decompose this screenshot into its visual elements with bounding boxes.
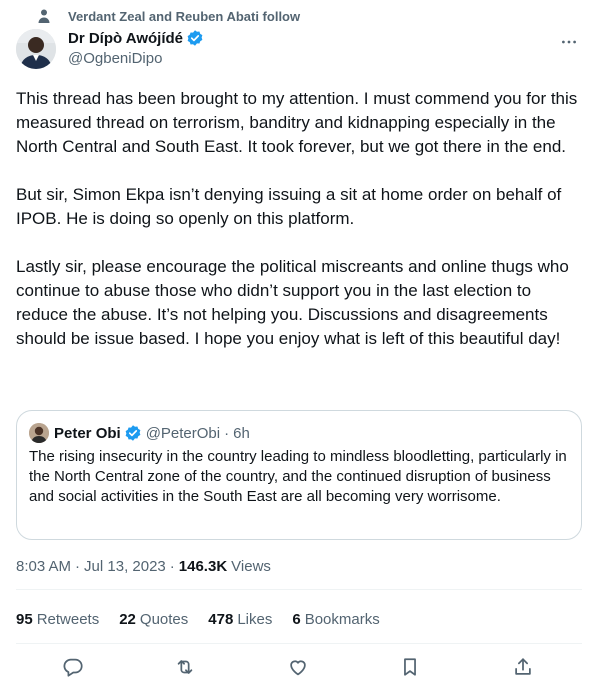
action-bar (0, 656, 598, 682)
quote-avatar[interactable] (29, 423, 49, 443)
separator-dot: · (169, 557, 175, 575)
author-name[interactable]: Dr Dípò Awójídé (68, 30, 183, 47)
divider (16, 589, 582, 590)
quote-text: The rising insecurity in the country lea… (29, 448, 567, 505)
more-options-icon[interactable] (558, 31, 580, 53)
tweet-date[interactable]: Jul 13, 2023 (84, 558, 166, 575)
separator-dot: · (75, 557, 81, 575)
bookmark-icon[interactable] (399, 656, 423, 680)
retweets-stat[interactable]: 95 Retweets (16, 611, 99, 628)
avatar[interactable] (16, 29, 56, 69)
likes-stat[interactable]: 478 Likes (208, 611, 272, 628)
person-icon (36, 8, 52, 24)
views-label: Views (231, 557, 271, 575)
likes-label: Likes (237, 610, 273, 628)
quote-timestamp[interactable]: 6h (233, 425, 250, 442)
engagement-stats: 95 Retweets 22 Quotes 478 Likes 6 Bookmarks (16, 609, 400, 629)
views-count: 146.3K (178, 557, 228, 575)
tweet-author: Dr Dípò Awójídé @OgbeniDipo (16, 27, 582, 71)
separator-dot: · (224, 424, 230, 442)
social-context: Verdant Zeal and Reuben Abati follow (38, 6, 300, 26)
quotes-count: 22 (119, 610, 136, 628)
quoted-tweet[interactable]: Peter Obi @PeterObi · 6h The rising inse… (16, 410, 582, 540)
share-icon[interactable] (512, 656, 536, 680)
quote-author-handle[interactable]: @PeterObi (146, 425, 220, 442)
likes-count: 478 (208, 610, 234, 628)
retweet-icon[interactable] (174, 656, 198, 680)
tweet-paragraph: But sir, Simon Ekpa isn’t denying issuin… (16, 185, 562, 228)
reply-icon[interactable] (62, 656, 86, 680)
quotes-stat[interactable]: 22 Quotes (119, 611, 188, 628)
quotes-label: Quotes (139, 610, 189, 628)
like-icon[interactable] (287, 656, 311, 680)
tweet-paragraph: This thread has been brought to my atten… (16, 89, 578, 156)
divider (16, 643, 582, 644)
bookmarks-count: 6 (292, 610, 301, 628)
bookmarks-stat[interactable]: 6 Bookmarks (292, 611, 379, 628)
bookmarks-label: Bookmarks (304, 610, 380, 628)
social-context-text[interactable]: Verdant Zeal and Reuben Abati follow (68, 9, 300, 24)
tweet-paragraph: Lastly sir, please encourage the politic… (16, 257, 569, 348)
retweets-count: 95 (16, 610, 33, 628)
tweet-meta: 8:03 AM · Jul 13, 2023 · 146.3K Views (16, 556, 271, 576)
author-handle[interactable]: @OgbeniDipo (68, 49, 204, 69)
tweet-time[interactable]: 8:03 AM (16, 558, 71, 575)
retweets-label: Retweets (36, 610, 100, 628)
verified-badge-icon (124, 424, 142, 442)
quote-author-name[interactable]: Peter Obi (54, 425, 121, 442)
verified-badge-icon (186, 29, 204, 47)
tweet-text: This thread has been brought to my atten… (16, 87, 586, 351)
